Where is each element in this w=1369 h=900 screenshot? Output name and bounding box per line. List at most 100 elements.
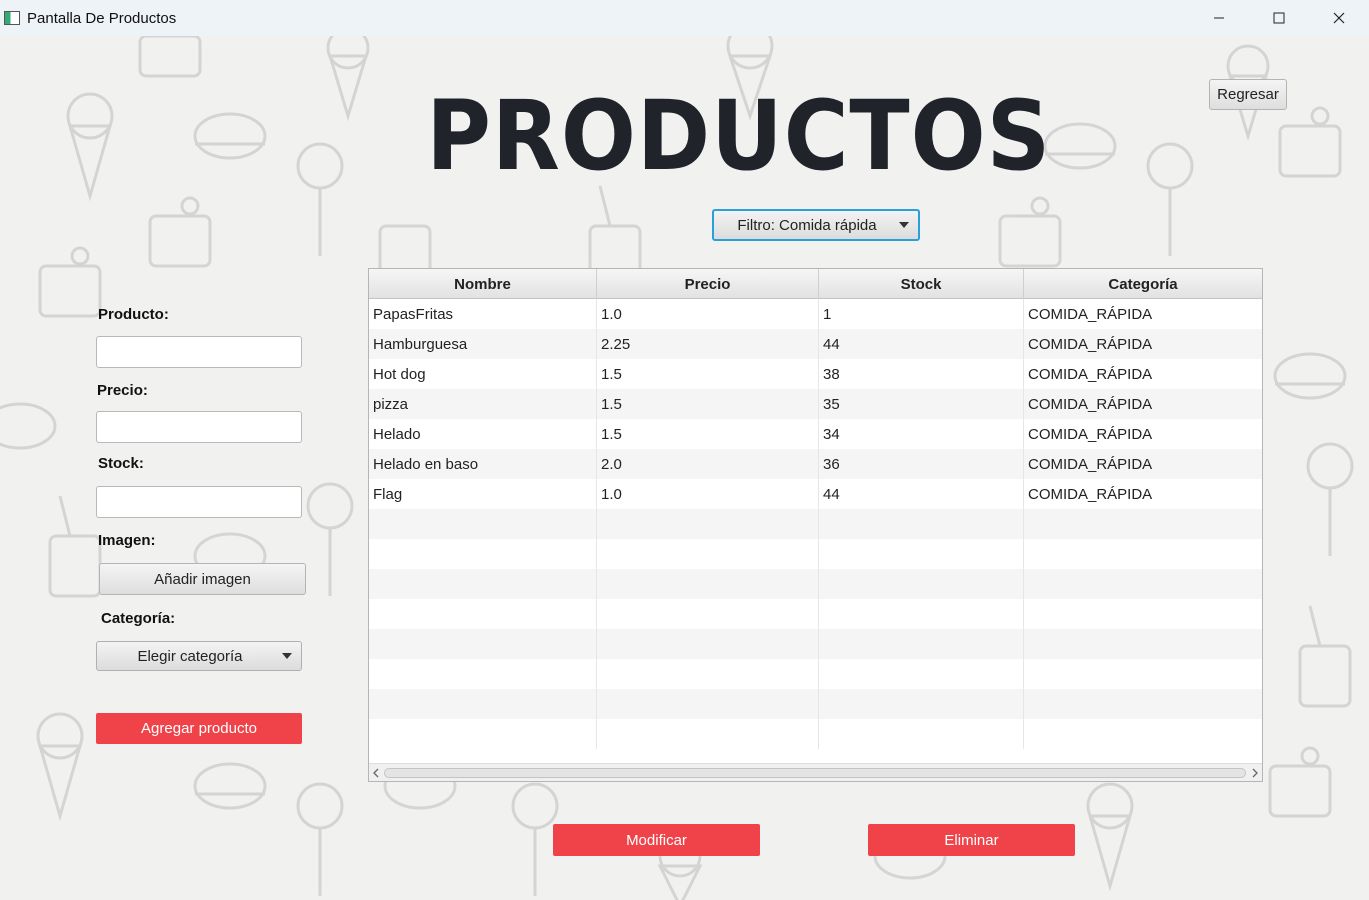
close-icon — [1333, 12, 1345, 24]
scroll-left-icon[interactable] — [371, 767, 381, 779]
add-product-button[interactable]: Agregar producto — [96, 713, 302, 744]
table-cell: 34 — [819, 419, 1024, 449]
table-cell: 1.5 — [597, 359, 819, 389]
table-cell — [369, 599, 597, 629]
table-cell — [819, 689, 1024, 719]
table-cell: COMIDA_RÁPIDA — [1028, 305, 1153, 323]
scroll-right-icon[interactable] — [1250, 767, 1260, 779]
table-cell: COMIDA_RÁPIDA — [1028, 425, 1153, 443]
table-cell: PapasFritas — [369, 299, 597, 329]
table-cell — [597, 599, 819, 629]
back-button[interactable]: Regresar — [1209, 79, 1287, 110]
table-row[interactable]: PapasFritas 1.0 1 COMIDA_RÁPIDA — [369, 299, 1262, 329]
horizontal-scrollbar[interactable] — [369, 763, 1262, 781]
chevron-down-icon — [899, 222, 909, 228]
column-header-categoria[interactable]: Categoría — [1024, 269, 1262, 299]
table-cell — [597, 689, 819, 719]
table-cell: 44 — [819, 479, 1024, 509]
table-cell: pizza — [369, 389, 597, 419]
table-cell: 2.0 — [597, 449, 819, 479]
table-cell — [1024, 629, 1262, 659]
category-select[interactable]: Elegir categoría — [96, 641, 302, 671]
product-label: Producto: — [98, 306, 169, 323]
table-row[interactable] — [369, 539, 1262, 569]
table-cell — [819, 629, 1024, 659]
table-cell — [1024, 719, 1262, 749]
table-row[interactable] — [369, 629, 1262, 659]
maximize-button[interactable] — [1249, 0, 1309, 36]
table-cell — [1024, 509, 1262, 539]
filter-select[interactable]: Filtro: Comida rápida — [712, 209, 920, 241]
table-row[interactable] — [369, 509, 1262, 539]
scrollbar-thumb[interactable] — [384, 768, 1246, 778]
table-cell — [819, 509, 1024, 539]
table-cell — [1024, 539, 1262, 569]
category-select-label: Elegir categoría — [137, 647, 243, 665]
table-cell: 38 — [819, 359, 1024, 389]
table-cell — [369, 539, 597, 569]
products-table[interactable]: Nombre Precio Stock Categoría PapasFrita… — [368, 268, 1263, 782]
table-cell: 36 — [819, 449, 1024, 479]
filter-select-label: Filtro: Comida rápida — [737, 216, 877, 234]
column-header-precio[interactable]: Precio — [597, 269, 819, 299]
table-cell — [1024, 599, 1262, 629]
table-cell: 2.25 — [597, 329, 819, 359]
window-controls — [1189, 0, 1369, 36]
close-button[interactable] — [1309, 0, 1369, 36]
table-cell: COMIDA_RÁPIDA — [1028, 395, 1153, 413]
table-row[interactable]: pizza 1.5 35 COMIDA_RÁPIDA — [369, 389, 1262, 419]
table-row[interactable] — [369, 569, 1262, 599]
table-cell — [1024, 569, 1262, 599]
table-cell — [597, 509, 819, 539]
table-row[interactable] — [369, 659, 1262, 689]
page-heading: PRODUCTOS — [426, 80, 1052, 192]
table-cell: COMIDA_RÁPIDA — [1028, 365, 1153, 383]
app-icon — [4, 11, 20, 25]
table-cell — [369, 629, 597, 659]
modify-button[interactable]: Modificar — [553, 824, 760, 856]
table-cell — [819, 719, 1024, 749]
add-image-button[interactable]: Añadir imagen — [99, 563, 306, 595]
table-row[interactable] — [369, 719, 1262, 749]
table-cell: 1.0 — [597, 299, 819, 329]
table-row[interactable]: Helado 1.5 34 COMIDA_RÁPIDA — [369, 419, 1262, 449]
table-cell — [369, 509, 597, 539]
price-label: Precio: — [97, 382, 148, 399]
table-cell — [1024, 659, 1262, 689]
table-cell: COMIDA_RÁPIDA — [1028, 485, 1153, 503]
table-cell: 1.5 — [597, 389, 819, 419]
table-cell — [597, 719, 819, 749]
table-cell: 1.0 — [597, 479, 819, 509]
table-row[interactable]: Flag 1.0 44 COMIDA_RÁPIDA — [369, 479, 1262, 509]
table-row[interactable] — [369, 689, 1262, 719]
table-cell: 1 — [819, 299, 1024, 329]
table-cell — [597, 569, 819, 599]
table-cell: Flag — [369, 479, 597, 509]
table-cell: Helado en baso — [369, 449, 597, 479]
maximize-icon — [1273, 12, 1285, 24]
category-label: Categoría: — [101, 610, 176, 627]
table-cell — [369, 659, 597, 689]
column-header-nombre[interactable]: Nombre — [369, 269, 597, 299]
minimize-button[interactable] — [1189, 0, 1249, 36]
main-content: PRODUCTOS Regresar Filtro: Comida rápida… — [0, 36, 1369, 900]
delete-button[interactable]: Eliminar — [868, 824, 1075, 856]
table-cell — [819, 539, 1024, 569]
table-cell: Hot dog — [369, 359, 597, 389]
price-input[interactable] — [96, 411, 302, 443]
table-cell: COMIDA_RÁPIDA — [1028, 335, 1153, 353]
table-cell: 1.5 — [597, 419, 819, 449]
table-cell — [369, 569, 597, 599]
table-cell — [369, 689, 597, 719]
column-header-stock[interactable]: Stock — [819, 269, 1024, 299]
table-row[interactable]: Helado en baso 2.0 36 COMIDA_RÁPIDA — [369, 449, 1262, 479]
table-cell: Helado — [369, 419, 597, 449]
table-row[interactable] — [369, 599, 1262, 629]
stock-input[interactable] — [96, 486, 302, 518]
table-cell: COMIDA_RÁPIDA — [1028, 455, 1153, 473]
table-cell — [369, 719, 597, 749]
table-row[interactable]: Hamburguesa 2.25 44 COMIDA_RÁPIDA — [369, 329, 1262, 359]
table-row[interactable]: Hot dog 1.5 38 COMIDA_RÁPIDA — [369, 359, 1262, 389]
product-input[interactable] — [96, 336, 302, 368]
image-label: Imagen: — [98, 532, 156, 549]
